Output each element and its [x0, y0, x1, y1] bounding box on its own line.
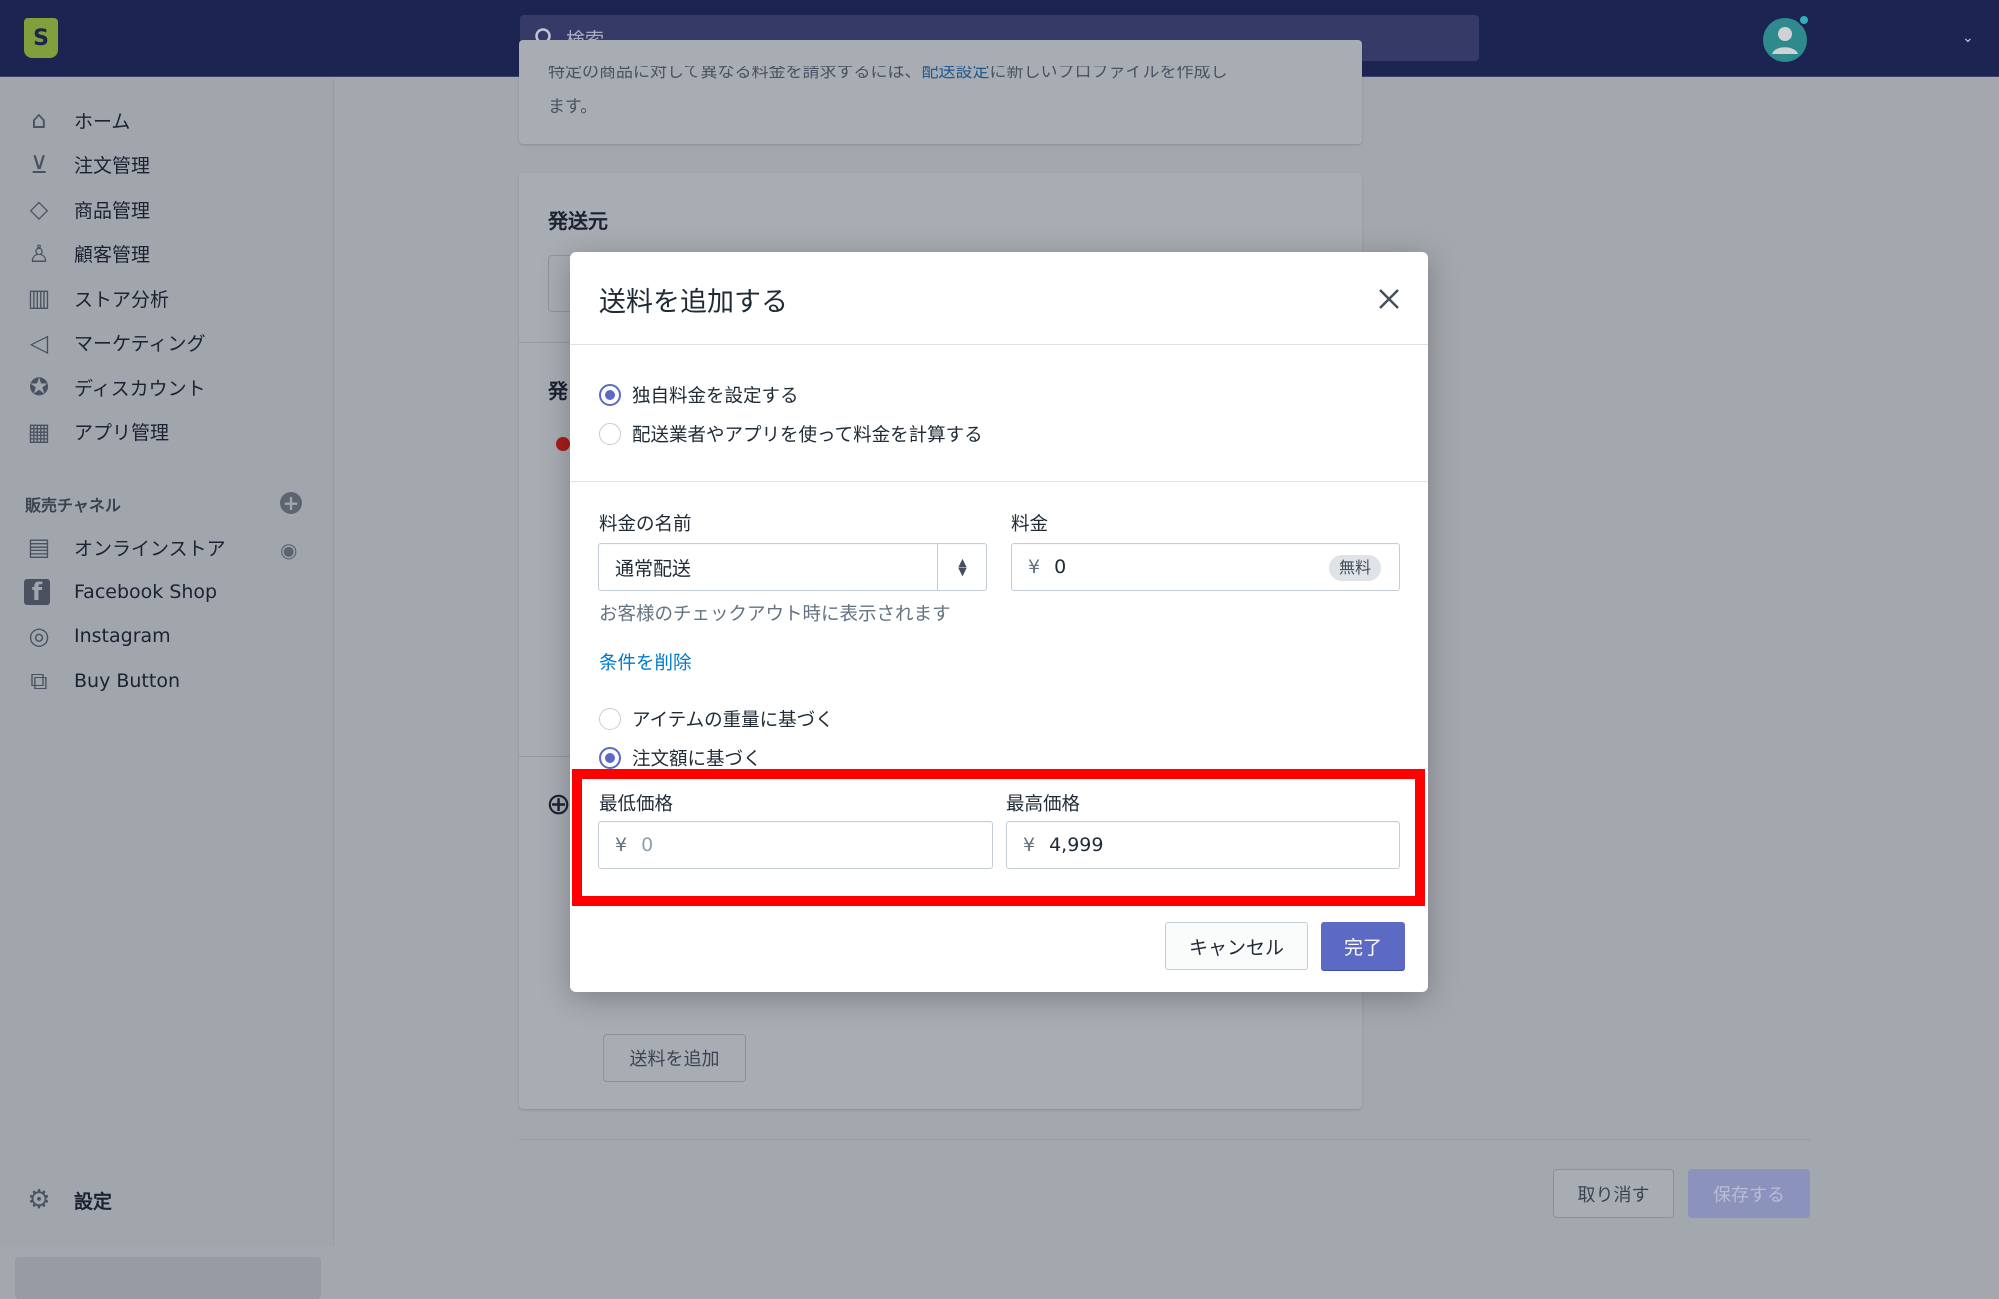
min-price-label: 最低価格 [599, 794, 674, 815]
max-price-label: 最高価格 [1006, 794, 1081, 815]
divider [570, 481, 1428, 482]
sidebar-item-3[interactable]: ♙ 顧客管理 [24, 234, 150, 274]
remove-conditions-link[interactable]: 条件を削除 [599, 649, 692, 675]
sidebar-item-label: Buy Button [74, 669, 181, 692]
done-button[interactable]: 完了 [1321, 922, 1405, 970]
modal-header: 送料を追加する [570, 252, 1428, 345]
sidebar-item-label: ホーム [74, 110, 131, 133]
section-title: 発 [548, 379, 568, 403]
sidebar-channel-2[interactable]: ◎ Instagram [24, 616, 171, 656]
sidebar-item-label: Instagram [74, 625, 171, 647]
gear-icon: ⚙ [27, 1185, 51, 1215]
apps-icon: ▦ [27, 417, 51, 446]
sidebar-item-label: 注文管理 [74, 155, 151, 177]
notification-dot [1798, 14, 1810, 26]
sidebar-item-5[interactable]: ◁ マーケティング [24, 323, 206, 363]
sidebar-item-label: ストア分析 [74, 288, 170, 311]
sidebar-item-label: Facebook Shop [74, 580, 218, 603]
sales-channels-title: 販売チャネル [25, 496, 121, 515]
sidebar-item-label: アプリ管理 [74, 422, 170, 444]
radio-button[interactable] [599, 708, 621, 730]
status-dot [556, 437, 570, 451]
rate-name-help: お客様のチェックアウト時に表示されます [599, 604, 951, 625]
sidebar-item-4[interactable]: ▥ ストア分析 [24, 278, 169, 318]
globe-icon: ⊕ [546, 787, 572, 822]
divider [519, 1139, 1810, 1140]
sidebar-channel-0[interactable]: ▤ オンラインストア [24, 527, 226, 567]
shipping-settings-link[interactable]: 配送設定 [922, 66, 990, 82]
price-input[interactable]: ¥ 0 無料 [1011, 543, 1400, 591]
person-icon: ♙ [28, 239, 50, 268]
radio-button[interactable] [599, 423, 621, 445]
sidebar-item-7[interactable]: ▦ アプリ管理 [24, 412, 169, 452]
discount-icon: ✪ [28, 373, 50, 401]
store-icon: ▤ [27, 533, 51, 561]
eye-icon[interactable]: ◉ [280, 538, 297, 562]
max-price-value: 4,999 [1049, 834, 1104, 856]
select-arrows-icon[interactable]: ▲ ▼ [937, 544, 987, 590]
orders-icon: ⊻ [30, 150, 48, 179]
sidebar-item-label: マーケティング [74, 333, 206, 355]
instagram-icon: ◎ [28, 622, 50, 650]
sidebar-channel-1[interactable]: f Facebook Shop [24, 572, 217, 612]
radio-weight-based[interactable]: アイテムの重量に基づく [599, 706, 834, 732]
radio-custom-rate[interactable]: 独自料金を設定する [599, 382, 799, 408]
min-price-placeholder: 0 [641, 834, 654, 856]
currency-symbol: ¥ [1028, 556, 1041, 578]
sidebar-item-label: 商品管理 [74, 199, 151, 222]
rate-name-value: 通常配送 [615, 557, 692, 580]
modal-title: 送料を追加する [599, 287, 788, 318]
radio-carrier-rate[interactable]: 配送業者やアプリを使って料金を計算する [599, 421, 983, 447]
max-price-input[interactable]: ¥ 4,999 [1006, 821, 1400, 869]
min-price-input[interactable]: ¥ 0 [598, 821, 993, 869]
sidebar-item-label: 顧客管理 [74, 244, 151, 266]
profile-note-card: 特定の商品に対して異なる料金を請求するには、配送設定に新しいプロファイルを作成し… [519, 40, 1362, 144]
radio-price-based[interactable]: 注文額に基づく [599, 745, 762, 771]
close-icon[interactable] [1372, 282, 1406, 316]
bar-chart-icon: ▥ [27, 284, 51, 312]
rate-name-select[interactable]: 通常配送 ▲ ▼ [598, 543, 987, 591]
currency-symbol: ¥ [1023, 834, 1036, 856]
sidebar-item-1[interactable]: ⊻ 注文管理 [24, 145, 150, 185]
sidebar-item-0[interactable]: ⌂ ホーム [24, 100, 130, 140]
sidebar-item-label: 設定 [74, 1190, 113, 1213]
radio-label: 注文額に基づく [632, 749, 762, 770]
sidebar-item-2[interactable]: ◇ 商品管理 [24, 189, 150, 229]
add-channel-icon[interactable]: + [280, 492, 302, 514]
sidebar-item-settings[interactable]: ⚙ 設定 [24, 1180, 112, 1220]
buy-button-icon: ⧉ [30, 666, 48, 695]
facebook-icon: f [24, 578, 50, 606]
radio-button[interactable] [599, 747, 621, 769]
note-text-end: ます。 [548, 97, 598, 117]
sidebar-item-6[interactable]: ✪ ディスカウント [24, 367, 206, 407]
origin-title: 発送元 [548, 209, 608, 233]
sidebar-item-settings-highlight [15, 1257, 321, 1299]
radio-button[interactable] [599, 384, 621, 406]
price-label: 料金 [1011, 514, 1049, 535]
radio-label: 配送業者やアプリを使って料金を計算する [632, 425, 983, 446]
cancel-button[interactable]: キャンセル [1165, 922, 1308, 970]
sidebar-channel-3[interactable]: ⧉ Buy Button [24, 661, 180, 701]
chevron-down-icon[interactable]: ⌄ [1962, 30, 1974, 46]
sidebar-item-label: オンラインストア [74, 537, 226, 560]
add-rate-modal: 送料を追加する 独自料金を設定する 配送業者やアプリを使って料金を計算する 料金… [570, 252, 1428, 992]
sidebar-item-label: ディスカウント [74, 377, 206, 400]
add-rate-button[interactable]: 送料を追加 [603, 1034, 746, 1082]
megaphone-icon: ◁ [29, 328, 49, 357]
tag-icon: ◇ [29, 195, 49, 223]
price-value: 0 [1054, 556, 1067, 578]
discard-button[interactable]: 取り消す [1553, 1169, 1674, 1218]
note-text: 特定の商品に対して異なる料金を請求するには、 [548, 66, 922, 82]
rate-name-label: 料金の名前 [599, 514, 692, 535]
save-button[interactable]: 保存する [1688, 1169, 1810, 1218]
radio-label: アイテムの重量に基づく [632, 710, 834, 731]
radio-label: 独自料金を設定する [632, 386, 799, 407]
note-text-2: に新しいプロファイルを作成し [989, 66, 1228, 82]
currency-symbol: ¥ [615, 834, 628, 856]
free-badge: 無料 [1328, 555, 1381, 581]
home-icon: ⌂ [31, 106, 47, 134]
shopify-logo[interactable]: S [24, 18, 58, 58]
